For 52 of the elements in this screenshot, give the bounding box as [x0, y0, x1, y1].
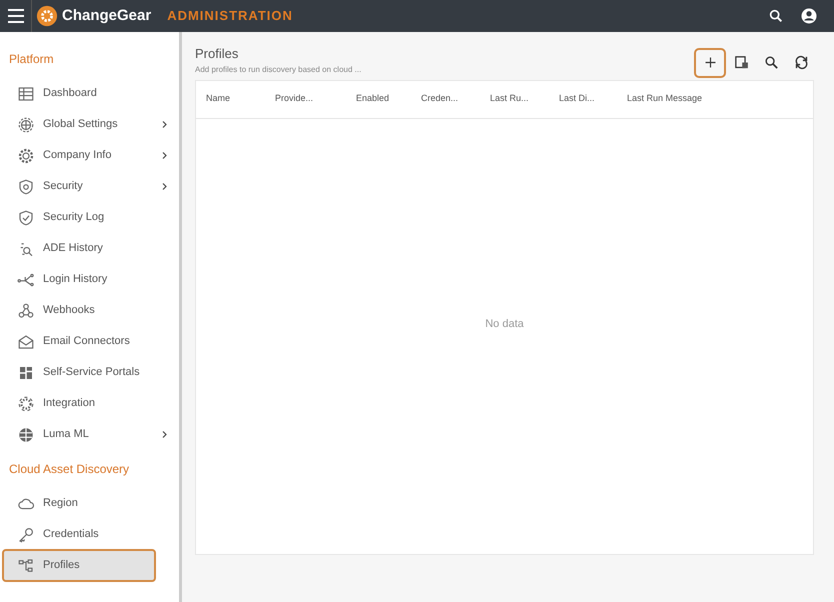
chevron-right-icon: [160, 150, 169, 160]
column-header[interactable]: Creden...: [421, 93, 458, 104]
refresh-icon: [792, 54, 810, 71]
chevron-right-icon: [160, 430, 169, 439]
sidebar-item[interactable]: Webhooks: [0, 295, 179, 326]
sidebar-item[interactable]: Security: [0, 171, 179, 202]
gear-icon: [17, 394, 35, 412]
sidebar-item[interactable]: Dashboard: [0, 78, 179, 109]
sidebar-item[interactable]: Security Log: [0, 202, 179, 233]
sidebar-item[interactable]: Email Connectors: [0, 326, 179, 357]
search-icon[interactable]: [768, 8, 784, 24]
sidebar-item[interactable]: Company Info: [0, 140, 179, 171]
column-header[interactable]: Enabled: [356, 93, 390, 104]
sidebar-item[interactable]: Login History: [0, 264, 179, 295]
panel-icon: [732, 54, 750, 71]
chevron-right-icon: [160, 120, 169, 129]
group-title: Platform: [8, 51, 55, 68]
shield-check-icon: [17, 208, 35, 226]
column-header[interactable]: Provide...: [275, 93, 314, 104]
sidebar-item[interactable]: Luma ML: [0, 419, 179, 450]
key-icon: [17, 526, 35, 544]
empty-message: No data: [485, 316, 524, 332]
webhook-icon: [17, 302, 35, 320]
page-subtitle: Add profiles to run discovery based on cloud ...: [195, 64, 362, 76]
section-title: ADMINISTRATION: [167, 7, 293, 26]
table-icon: [17, 84, 35, 102]
user-icon[interactable]: [800, 7, 818, 25]
logo-icon: [36, 5, 58, 27]
sidebar-item[interactable]: Region: [0, 488, 179, 519]
page-title: Profiles: [195, 45, 240, 63]
sidebar-item[interactable]: Self-Service Portals: [0, 357, 179, 388]
menu-icon: [8, 9, 24, 23]
sidebar-item[interactable]: ADE History: [0, 233, 179, 264]
chevron-right-icon: [160, 182, 169, 191]
column-header[interactable]: Last Di...: [559, 93, 595, 104]
sidebar-item[interactable]: Global Settings: [0, 109, 179, 140]
search-icon: [762, 54, 780, 71]
add-button[interactable]: [696, 50, 724, 76]
column-header[interactable]: Name: [206, 93, 230, 104]
sidebar-item[interactable]: Integration: [0, 388, 179, 419]
envelope-icon: [17, 332, 35, 350]
gear-icon: [17, 146, 35, 164]
sidebar-item[interactable]: Credentials: [0, 519, 179, 550]
globe-gear-icon: [17, 116, 35, 134]
sidebar-item[interactable]: Profiles: [3, 550, 155, 581]
shield-icon: [17, 178, 35, 196]
globe-icon: [17, 426, 35, 444]
column-header[interactable]: Last Run Message: [627, 93, 702, 104]
hierarchy-icon: [17, 556, 35, 574]
column-header[interactable]: Last Ru...: [490, 93, 529, 104]
group-title: Cloud Asset Discovery: [8, 461, 130, 478]
brand-name: ChangeGear: [62, 6, 152, 26]
